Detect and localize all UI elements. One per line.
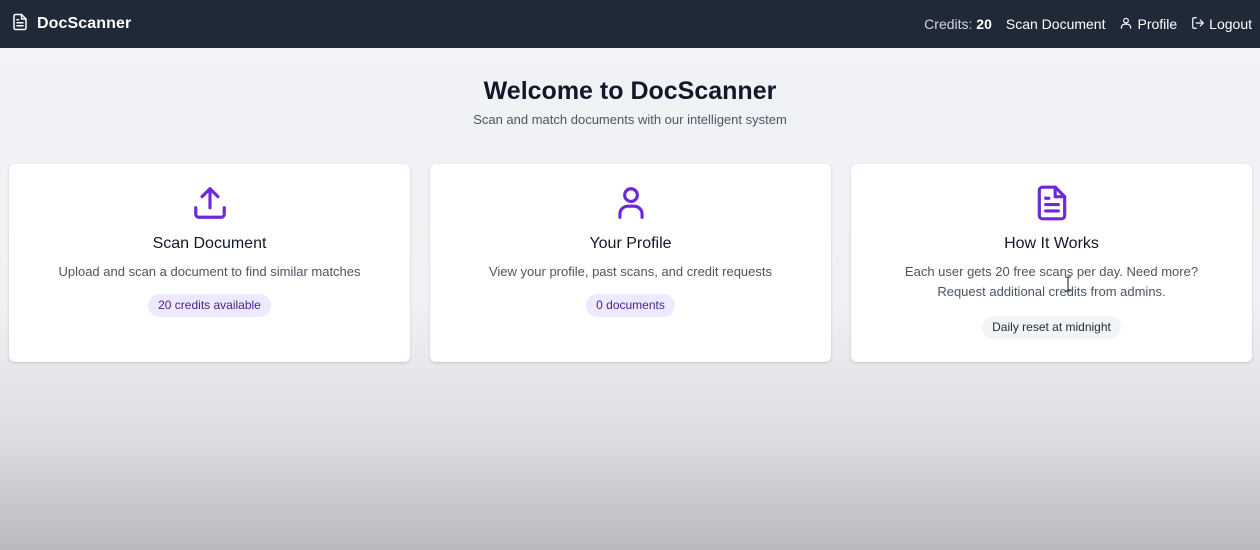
nav-logout-link[interactable]: Logout	[1191, 16, 1252, 33]
page-subtitle: Scan and match documents with our intell…	[473, 112, 787, 127]
card-description: Each user gets 20 free scans per day. Ne…	[904, 264, 1199, 299]
how-it-works-card[interactable]: How It Works Each user gets 20 free scan…	[851, 164, 1252, 362]
user-icon	[1119, 16, 1133, 33]
credits-value: 20	[976, 16, 992, 32]
credits-indicator: Credits: 20	[924, 16, 992, 32]
nav-profile-label: Profile	[1137, 16, 1178, 32]
top-navbar: DocScanner Credits: 20 Scan Document Pro…	[0, 0, 1260, 48]
daily-reset-badge: Daily reset at midnight	[982, 316, 1121, 339]
document-icon	[1033, 184, 1071, 222]
documents-count-badge: 0 documents	[586, 294, 675, 317]
nav-logout-label: Logout	[1209, 16, 1252, 32]
nav-scan-document-link[interactable]: Scan Document	[1006, 16, 1106, 32]
text-cursor-icon	[1064, 276, 1072, 292]
upload-icon	[191, 184, 229, 222]
hero-section: Welcome to DocScanner Scan and match doc…	[0, 74, 1260, 127]
card-description: View your profile, past scans, and credi…	[488, 264, 773, 279]
page-title: Welcome to DocScanner	[483, 77, 777, 105]
document-icon	[11, 13, 29, 36]
scan-document-card[interactable]: Scan Document Upload and scan a document…	[9, 164, 410, 362]
brand-name: DocScanner	[37, 15, 132, 32]
nav-profile-link[interactable]: Profile	[1119, 16, 1177, 33]
card-title: Your Profile	[589, 235, 672, 252]
your-profile-card[interactable]: Your Profile View your profile, past sca…	[430, 164, 831, 362]
nav-menu: Credits: 20 Scan Document Profile Logout	[924, 16, 1252, 33]
nav-scan-document-label: Scan Document	[1005, 16, 1106, 32]
card-title: How It Works	[1004, 235, 1099, 252]
card-title: Scan Document	[152, 235, 267, 252]
credits-available-badge: 20 credits available	[148, 294, 271, 317]
feature-cards: Scan Document Upload and scan a document…	[9, 164, 1252, 362]
user-icon	[612, 184, 650, 222]
logout-icon	[1191, 16, 1205, 33]
credits-label: Credits:	[924, 16, 973, 32]
card-description: Upload and scan a document to find simil…	[58, 264, 361, 279]
brand-logo-link[interactable]: DocScanner	[11, 13, 131, 36]
